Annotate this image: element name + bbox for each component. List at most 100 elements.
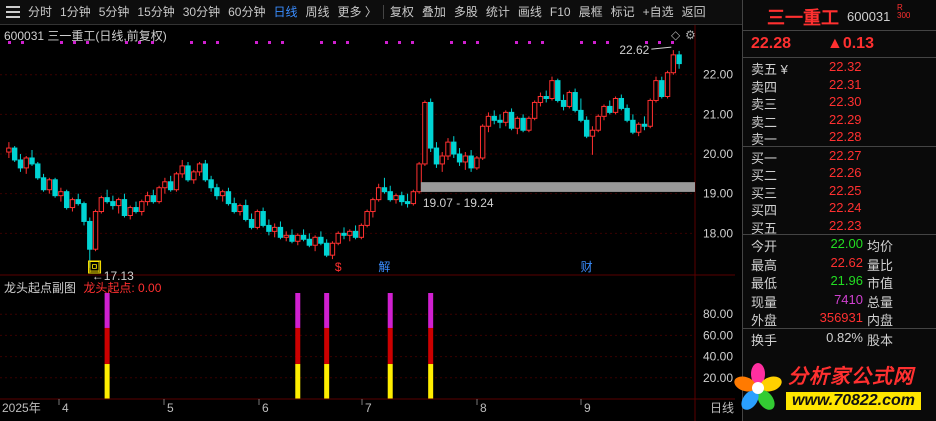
stats-button[interactable]: 统计 — [482, 0, 514, 24]
candle-body — [526, 117, 532, 131]
f10-button[interactable]: F10 — [546, 0, 575, 24]
y-tick-label: 19.00 — [703, 187, 733, 201]
candle-body — [439, 155, 445, 165]
stat-value: 0.82% — [826, 329, 863, 345]
signal-bar-mid — [428, 327, 434, 365]
x-axis-label: 8 — [480, 401, 487, 415]
candle-body — [104, 197, 110, 203]
candle-body — [133, 207, 139, 213]
stats-row: 最高 22.62 量比 — [743, 254, 936, 273]
candle-body — [329, 242, 336, 256]
candle-body — [352, 230, 359, 238]
period-1min[interactable]: 1分钟 — [56, 0, 95, 24]
candle-body — [52, 179, 58, 197]
flower-logo-icon — [734, 363, 782, 410]
y-tick-label: 22.00 — [703, 68, 733, 82]
candle-body — [115, 199, 122, 207]
multi-stock-button[interactable]: 多股 — [450, 0, 482, 24]
candle-body — [531, 101, 538, 119]
bid-price: 22.25 — [829, 182, 862, 198]
ask-price: 22.28 — [829, 129, 862, 144]
candle-body — [196, 163, 203, 173]
mark-button[interactable]: 标记 — [607, 0, 639, 24]
menu-icon[interactable] — [6, 6, 20, 18]
candle-body — [630, 119, 636, 133]
candle-body — [422, 101, 428, 165]
candle-body — [491, 115, 497, 121]
signal-bar-top — [324, 293, 330, 328]
x-axis-label: 7 — [365, 401, 372, 415]
overlay-button[interactable]: 叠加 — [418, 0, 450, 24]
ask-book: 卖五 ¥22.32 卖四 22.31 卖三 22.30 卖二 22.29 卖一 22.28 — [743, 58, 936, 147]
candle-body — [87, 220, 93, 250]
adjust-button[interactable]: 复权 — [386, 0, 418, 24]
last-price: 22.28 — [751, 35, 792, 52]
stock-name: 三一重工 — [767, 8, 839, 28]
candle-body — [98, 197, 105, 213]
candle-body — [607, 105, 613, 113]
candle-body — [231, 203, 237, 213]
candle-body — [179, 165, 185, 175]
candle-body — [445, 141, 451, 157]
candle-body — [40, 177, 47, 191]
signal-dot — [658, 41, 661, 44]
stat-label-2: 均价 — [867, 239, 894, 254]
candle-body — [150, 195, 157, 203]
candle-body — [110, 201, 116, 207]
candle-body — [202, 163, 209, 181]
candle-body — [295, 234, 301, 242]
back-button[interactable]: 返回 — [678, 0, 710, 24]
chart-area[interactable]: 22.00 21.00 20.00 19.00 18.00 19.07 - 19.24 22… — [0, 25, 735, 421]
candle-body — [578, 109, 584, 121]
candle-body — [260, 211, 266, 226]
ask-price: 22.29 — [829, 111, 862, 127]
draw-line-button[interactable]: 画线 — [514, 0, 546, 24]
ask-row: 卖一 22.28 — [743, 128, 936, 147]
candle-body — [162, 181, 168, 189]
morning-star-button[interactable]: 晨框 — [575, 0, 607, 24]
bid-price: 22.26 — [829, 165, 862, 180]
period-intraday[interactable]: 分时 — [24, 0, 56, 24]
period-more[interactable]: 更多 〉 — [334, 0, 381, 24]
toolbar-divider — [382, 5, 384, 19]
signal-dot — [541, 41, 544, 44]
candle-body — [156, 187, 162, 203]
kline-chart[interactable]: 22.00 21.00 20.00 19.00 18.00 19.07 - 19.24 22… — [0, 25, 735, 421]
bid-price: 22.24 — [829, 200, 862, 215]
candle-body — [601, 105, 607, 117]
stat-label: 换手 — [751, 332, 778, 348]
add-watchlist-button[interactable]: +自选 — [639, 0, 678, 24]
x-axis-label: 4 — [62, 401, 69, 415]
candle-body — [456, 153, 463, 163]
period-5min[interactable]: 5分钟 — [95, 0, 134, 24]
signal-bar-bottom — [324, 364, 330, 399]
stock-badge: R 300 — [897, 4, 910, 20]
candle-body — [427, 101, 434, 149]
signal-dot — [190, 41, 193, 44]
bid-row: 买二 22.26 — [743, 164, 936, 183]
ask-price: 22.30 — [829, 94, 862, 109]
x-axis-label: 6 — [262, 401, 269, 415]
candle-body — [191, 171, 197, 181]
stat-label: 外盘 — [751, 313, 778, 328]
candle-body — [375, 187, 382, 201]
x-axis-label: 9 — [584, 401, 591, 415]
diamond-icon: ◇ — [671, 28, 681, 42]
period-daily[interactable]: 日线 — [269, 0, 301, 24]
signal-dot — [580, 41, 583, 44]
period-60min[interactable]: 60分钟 — [224, 0, 269, 24]
candle-body — [462, 155, 469, 163]
signal-dot — [593, 41, 596, 44]
chart-title: 600031 三一重工(日线,前复权) — [4, 29, 167, 43]
price-change: ▲0.13 — [827, 35, 874, 52]
candle-body — [508, 111, 515, 129]
watermark-url: www.70822.com — [786, 392, 922, 410]
period-15min[interactable]: 15分钟 — [133, 0, 178, 24]
candle-body — [167, 181, 174, 191]
ask-label: 卖一 — [751, 132, 778, 147]
candle-body — [139, 201, 145, 213]
candle-body — [300, 234, 307, 240]
y-tick-label: 21.00 — [703, 107, 733, 121]
period-weekly[interactable]: 周线 — [301, 0, 333, 24]
period-30min[interactable]: 30分钟 — [179, 0, 224, 24]
